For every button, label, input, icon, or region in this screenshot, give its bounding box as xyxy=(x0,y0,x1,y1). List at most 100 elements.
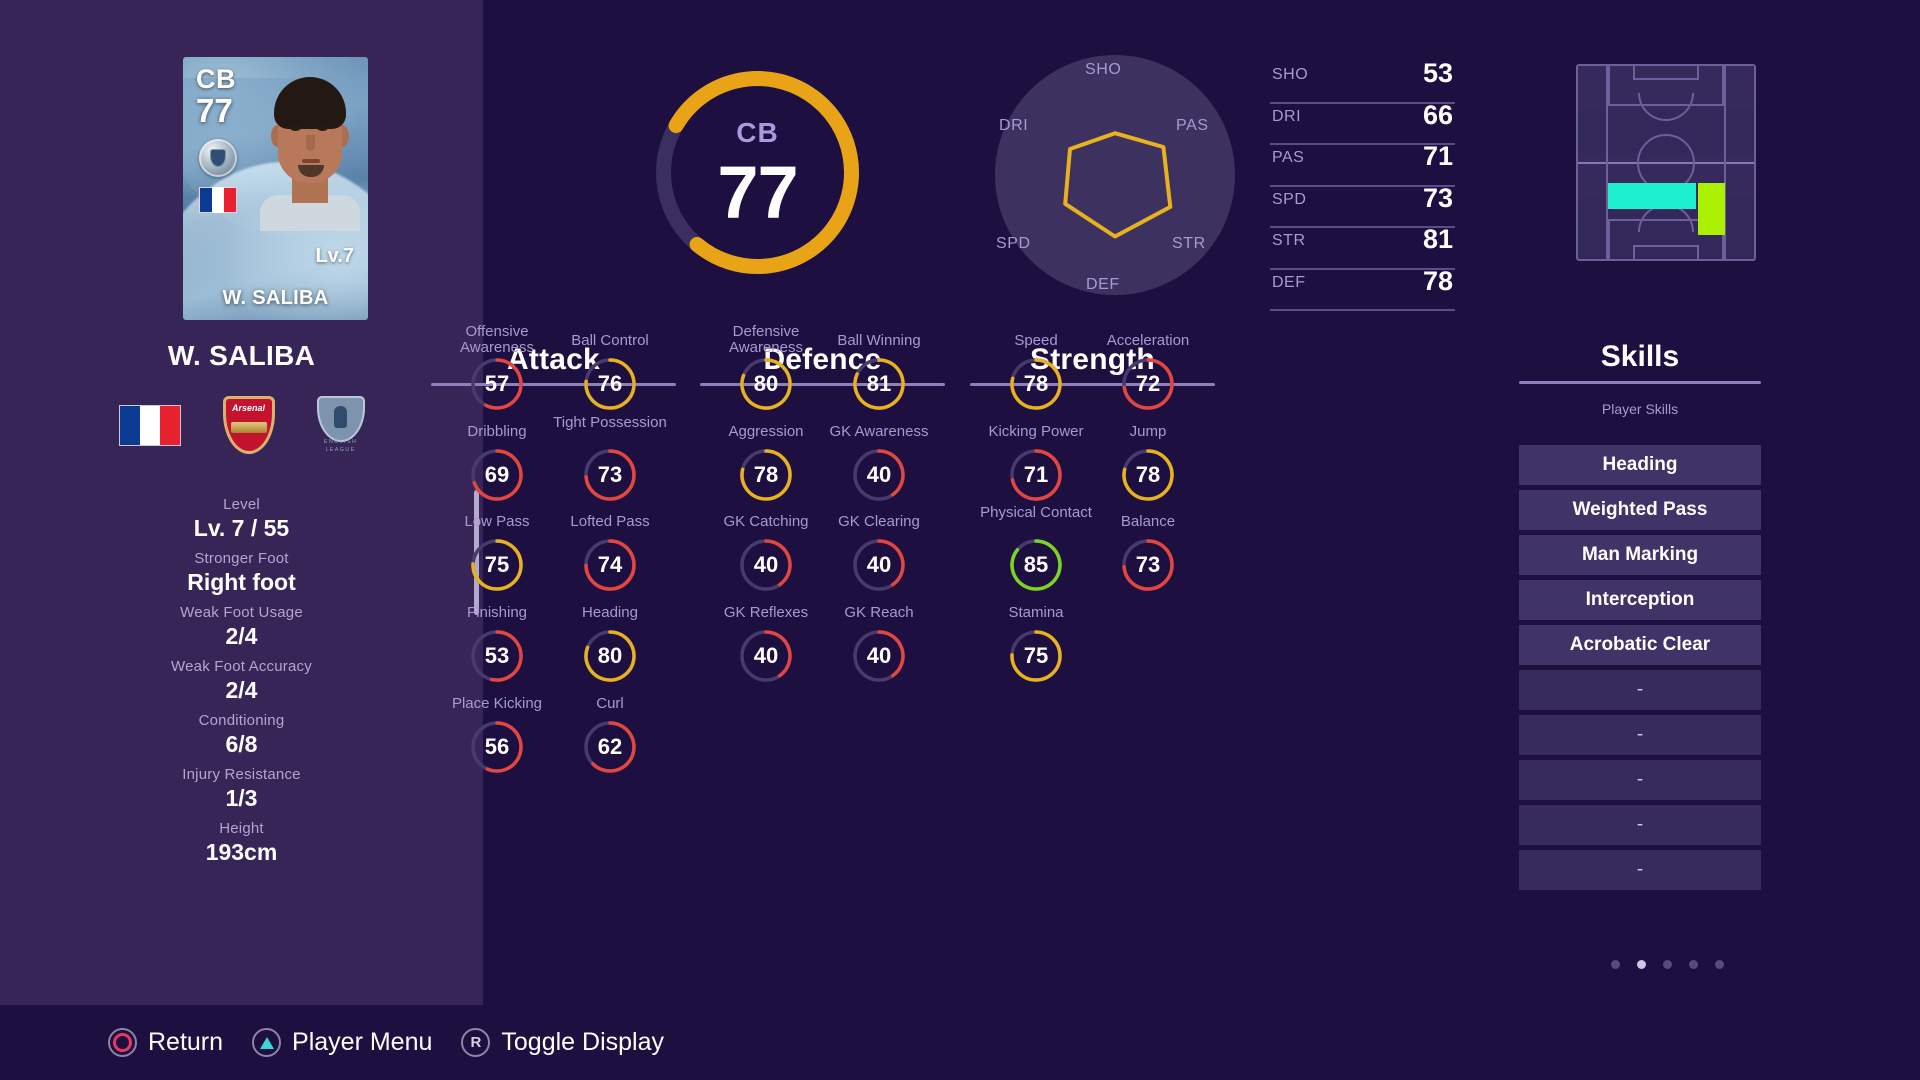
stat-dial: 69 xyxy=(469,447,525,503)
stat-dial: 75 xyxy=(469,537,525,593)
stat-dial: 57 xyxy=(469,356,525,412)
summary-stat-key: STR xyxy=(1272,232,1306,249)
summary-stat-key: SHO xyxy=(1272,66,1309,83)
skill-row[interactable]: - xyxy=(1519,850,1761,890)
summary-stat-value: 73 xyxy=(1422,182,1453,213)
circle-button-icon[interactable] xyxy=(108,1028,137,1057)
radar-polygon xyxy=(1063,131,1173,239)
stat-label: Tight Possession xyxy=(553,414,667,431)
attribute-value: 193cm xyxy=(205,839,278,865)
stat-value: 78 xyxy=(753,462,779,487)
stat-value: 40 xyxy=(753,552,779,577)
stat-dial: 73 xyxy=(1120,537,1176,593)
attribute-label: Height xyxy=(219,820,264,837)
footer-button[interactable]: Player Menu xyxy=(252,1028,432,1057)
skills-list: Heading Weighted Pass Man Marking Intercept… xyxy=(1519,445,1761,895)
stat-value: 62 xyxy=(597,734,623,759)
attribute-radar-chart: SHO PAS STR DEF SPD DRI xyxy=(995,55,1235,295)
stat-dial: 85 xyxy=(1008,537,1064,593)
stat-value: 69 xyxy=(484,462,510,487)
stat-value: 40 xyxy=(753,643,779,668)
page-dot[interactable] xyxy=(1689,960,1698,969)
stat-dial: 71 xyxy=(1008,447,1064,503)
skill-row[interactable]: - xyxy=(1519,760,1761,800)
stat-dial: 62 xyxy=(582,719,638,775)
page-title: W. SALIBA xyxy=(167,340,316,371)
attribute-value: 2/4 xyxy=(225,677,258,703)
player-detail-screen: CB 77 Lv.7 W. SALIBA W. SALIBA Arsenal E… xyxy=(0,0,1920,1080)
player-badges: Arsenal ENGLISH LEAGUE xyxy=(0,396,483,454)
player-attribute-list: Level Lv. 7 / 55 Stronger Foot Right foot We… xyxy=(0,488,483,866)
stat-value: 74 xyxy=(597,552,623,577)
skill-row[interactable]: - xyxy=(1519,715,1761,755)
arsenal-crest-icon: Arsenal xyxy=(222,396,275,454)
summary-stat-row: DRI 66 xyxy=(1270,100,1455,145)
stat-label: Curl xyxy=(596,695,624,712)
stat-value: 72 xyxy=(1135,371,1161,396)
stat-label: Speed xyxy=(1014,332,1058,349)
stat-dial: 73 xyxy=(582,447,638,503)
skill-row[interactable]: - xyxy=(1519,670,1761,710)
skill-row[interactable]: - xyxy=(1519,805,1761,845)
card-nation-flag-icon xyxy=(199,187,237,213)
stat-dial: 40 xyxy=(851,628,907,684)
attribute-value: 2/4 xyxy=(225,623,258,649)
summary-stat-table: SHO 53 DRI 66 PAS 71 SPD 73 STR 81 DEF 78 xyxy=(1270,58,1455,311)
page-dot[interactable] xyxy=(1611,960,1620,969)
stat-value: 71 xyxy=(1023,462,1049,487)
attribute-value: Right foot xyxy=(187,569,296,595)
stat-label: GK Awareness xyxy=(829,423,929,440)
stat-value: 78 xyxy=(1135,462,1161,487)
radar-label-str: STR xyxy=(1172,235,1206,252)
summary-stat-value: 53 xyxy=(1422,58,1453,88)
skill-row[interactable]: Acrobatic Clear xyxy=(1519,625,1761,665)
stat-label: Lofted Pass xyxy=(570,513,650,530)
skills-divider xyxy=(1519,381,1761,384)
radar-label-sho: SHO xyxy=(1085,61,1122,78)
summary-stat-key: SPD xyxy=(1272,190,1307,208)
english-league-crest-icon: ENGLISH LEAGUE xyxy=(316,396,365,454)
overall-rating-gauge: CB 77 xyxy=(640,55,875,290)
footer-button-label: Return xyxy=(148,1028,224,1056)
stat-dial: 40 xyxy=(738,537,794,593)
footer-button[interactable]: Return xyxy=(108,1028,223,1057)
skill-row[interactable]: Interception xyxy=(1519,580,1761,620)
stat-value: 57 xyxy=(484,371,510,396)
position-zone-primary xyxy=(1608,183,1696,209)
stat-value: 80 xyxy=(753,371,779,396)
summary-stat-value: 78 xyxy=(1422,265,1453,296)
stat-value: 56 xyxy=(484,734,510,759)
page-indicator[interactable] xyxy=(1611,960,1724,969)
card-level-badge: Lv.7 xyxy=(315,245,354,267)
stat-value: 81 xyxy=(866,371,892,396)
page-dot[interactable] xyxy=(1637,960,1646,969)
triangle-button-icon[interactable] xyxy=(252,1028,282,1057)
radar-label-def: DEF xyxy=(1086,276,1120,293)
stat-value: 73 xyxy=(597,462,623,487)
stat-dial: 40 xyxy=(851,537,907,593)
r-button-icon[interactable]: R xyxy=(461,1028,491,1057)
position-zone-secondary xyxy=(1698,183,1725,235)
skill-row[interactable]: Heading xyxy=(1519,445,1761,485)
skill-row[interactable]: Man Marking xyxy=(1519,535,1761,575)
player-card[interactable]: CB 77 Lv.7 W. SALIBA xyxy=(183,57,368,320)
stat-dial: 40 xyxy=(851,447,907,503)
footer-button[interactable]: R Toggle Display xyxy=(461,1028,664,1057)
stat-label: Place Kicking xyxy=(451,695,543,712)
stat-value: 76 xyxy=(597,371,623,396)
section-divider xyxy=(700,383,945,386)
stat-value: 53 xyxy=(484,643,510,668)
summary-stat-row: SHO 53 xyxy=(1270,58,1455,104)
stat-dial: 53 xyxy=(469,628,525,684)
page-dot[interactable] xyxy=(1715,960,1724,969)
radar-label-pas: PAS xyxy=(1176,117,1209,134)
stat-label: GK Reach xyxy=(844,604,914,621)
page-dot[interactable] xyxy=(1663,960,1672,969)
skill-row[interactable]: Weighted Pass xyxy=(1519,490,1761,530)
stat-value: 40 xyxy=(866,462,892,487)
stat-dial: 78 xyxy=(738,447,794,503)
summary-stat-value: 81 xyxy=(1422,224,1453,254)
stat-dial: 40 xyxy=(738,628,794,684)
radar-label-dri: DRI xyxy=(999,117,1029,134)
attribute-value: 6/8 xyxy=(225,731,258,757)
